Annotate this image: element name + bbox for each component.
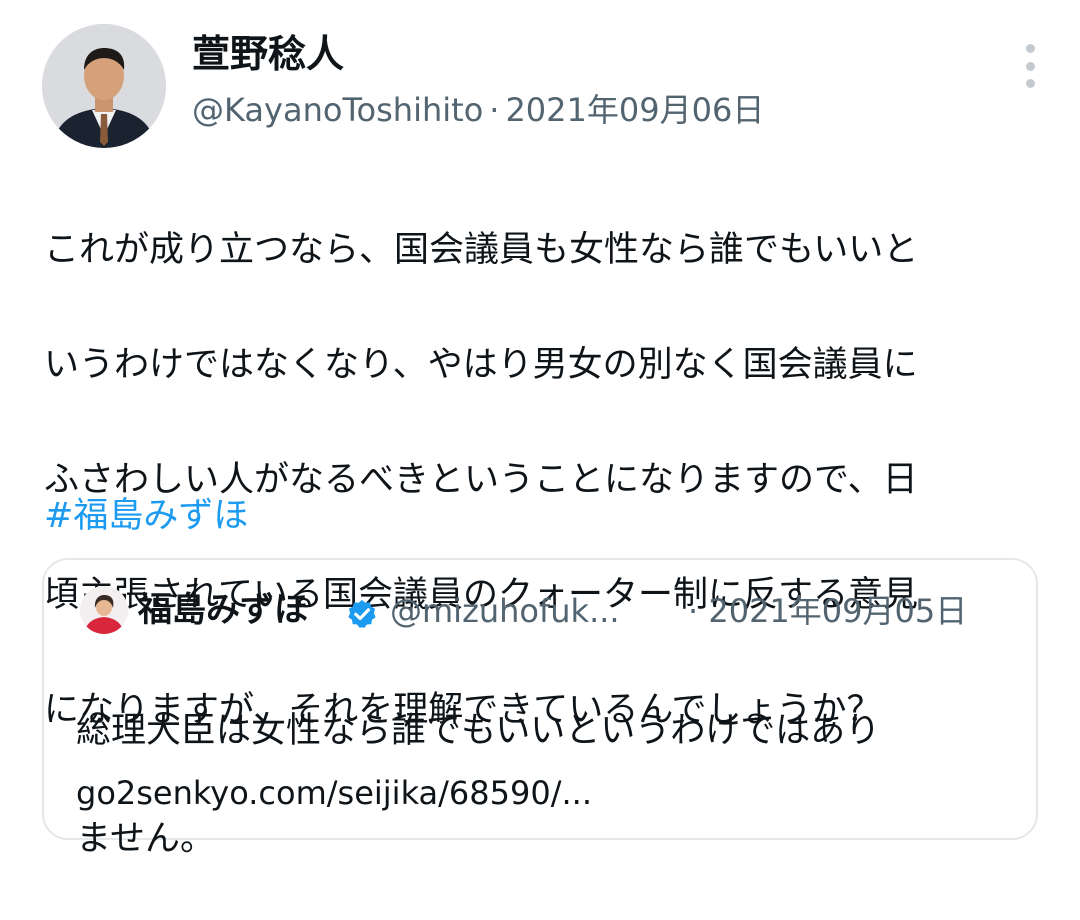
tweet-body-line: いうわけではなくなり、やはり男女の別なく国会議員に [44, 344, 918, 385]
more-dot [1025, 79, 1035, 88]
tweet-date[interactable]: 2021年09月06日 [505, 91, 764, 129]
quoted-body-line: ません。 [76, 819, 215, 859]
quoted-link[interactable]: go2senkyo.com/seijika/68590/... [76, 770, 592, 816]
author-avatar-image [42, 24, 166, 148]
quoted-body-line: 総理大臣は女性なら誰でもいいというわけではあり [76, 711, 881, 751]
more-vertical-icon[interactable] [1018, 44, 1042, 88]
verified-badge-icon [348, 600, 376, 628]
quoted-author-handle[interactable]: @mizuhofuk... [390, 588, 620, 634]
quoted-meta: · 2021年09月05日 [688, 588, 967, 634]
quoted-tweet-date[interactable]: 2021年09月05日 [708, 592, 967, 630]
meta-separator: · [688, 592, 699, 630]
more-dot [1025, 61, 1035, 71]
meta-separator: · [489, 91, 500, 129]
author-handle[interactable]: @KayanoToshihito [192, 91, 483, 129]
author-avatar[interactable] [42, 24, 166, 148]
quoted-tweet-card[interactable]: 福島みずほ @mizuhofuk... · 2021年09月05日 総理大臣は女… [42, 558, 1038, 859]
tweet: 萱野稔人 @KayanoToshihito · 2021年09月06日 これが成り立… [0, 0, 1080, 859]
quoted-author-avatar-image [80, 586, 128, 634]
quoted-author-name[interactable]: 福島みずほ [138, 586, 308, 634]
tweet-meta: @KayanoToshihito · 2021年09月06日 [192, 88, 764, 132]
tweet-body-line: これが成り立つなら、国会議員も女性なら誰でもいいと [44, 229, 919, 270]
author-name[interactable]: 萱野稔人 [192, 30, 344, 78]
hashtag-link[interactable]: #福島みずほ [44, 490, 248, 542]
quoted-author-avatar[interactable] [80, 586, 128, 634]
more-dot [1025, 44, 1035, 53]
